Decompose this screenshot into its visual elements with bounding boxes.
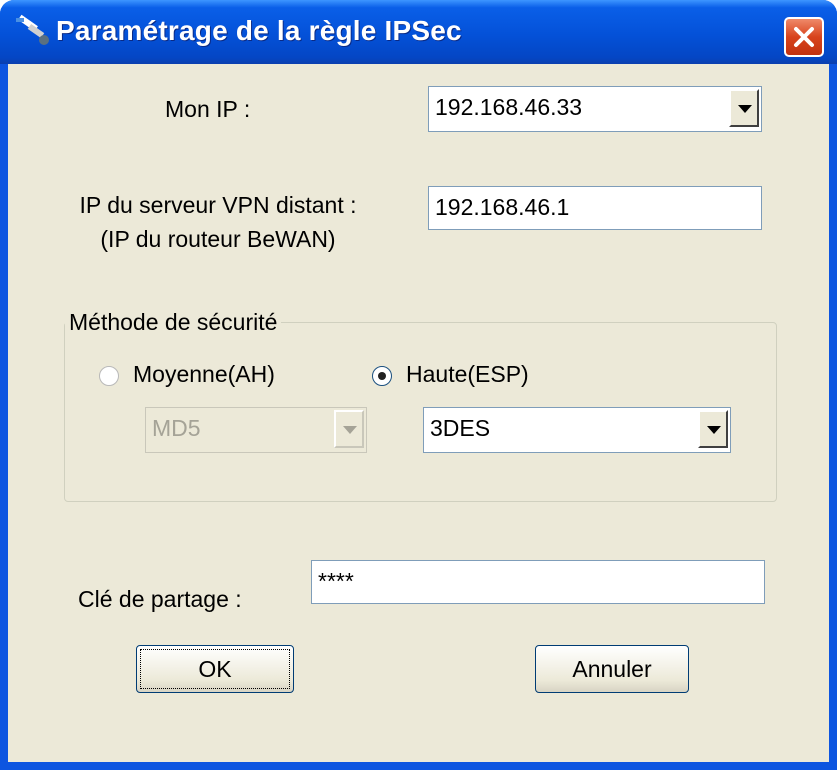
window-title: Paramétrage de la règle IPSec — [56, 15, 462, 46]
vpn-server-label: IP du serveur VPN distant : (IP du route… — [48, 188, 388, 256]
3des-value: 3DES — [430, 415, 491, 441]
tool-icon — [16, 14, 49, 45]
vpn-server-label-line1: IP du serveur VPN distant : — [79, 192, 357, 218]
vpn-server-label-line2: (IP du routeur BeWAN) — [100, 226, 336, 252]
md5-combo: MD5 — [145, 407, 367, 453]
chevron-down-icon — [334, 410, 364, 448]
my-ip-combo[interactable]: 192.168.46.33 — [428, 86, 762, 132]
security-method-legend: Méthode de sécurité — [65, 309, 282, 336]
my-ip-value: 192.168.46.33 — [435, 94, 583, 120]
security-method-group: Méthode de sécurité Moyenne(AH) Haute(ES… — [64, 309, 777, 502]
close-button[interactable] — [784, 17, 824, 57]
vpn-server-ip-input[interactable]: 192.168.46.1 — [428, 186, 762, 230]
shared-key-label: Clé de partage : — [78, 586, 242, 612]
chevron-down-icon[interactable] — [729, 89, 759, 127]
radio-high-esp-label[interactable]: Haute(ESP) — [406, 361, 529, 388]
my-ip-label: Mon IP : — [165, 96, 251, 122]
dialog-body: Mon IP : 192.168.46.33 IP du serveur VPN… — [8, 64, 829, 762]
close-icon — [794, 27, 814, 47]
title-bar[interactable]: Paramétrage de la règle IPSec — [0, 0, 837, 64]
ok-button[interactable]: OK — [136, 645, 294, 693]
radio-medium-ah[interactable] — [99, 366, 119, 386]
chevron-down-icon[interactable] — [698, 410, 728, 448]
cancel-button[interactable]: Annuler — [535, 645, 689, 693]
radio-medium-ah-label[interactable]: Moyenne(AH) — [133, 361, 275, 388]
radio-high-esp[interactable] — [372, 366, 392, 386]
shared-key-input[interactable]: **** — [311, 560, 765, 604]
3des-combo[interactable]: 3DES — [423, 407, 731, 453]
ipsec-rule-dialog: Paramétrage de la règle IPSec Mon IP : 1… — [0, 0, 837, 770]
md5-value: MD5 — [152, 415, 201, 441]
